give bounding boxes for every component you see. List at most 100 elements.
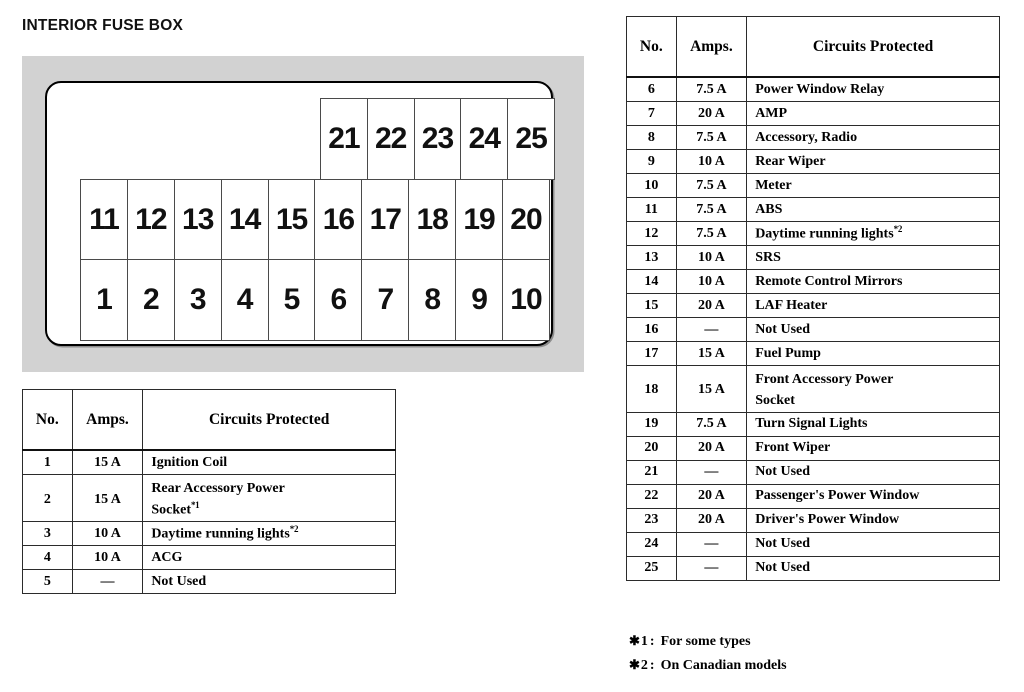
table-header: No. Amps. Circuits Protected xyxy=(22,389,396,451)
cell-fuse-amps: 7.5 A xyxy=(675,411,748,437)
column-header-no: No. xyxy=(22,389,73,451)
fuse-slot-5[interactable]: 5 xyxy=(267,259,316,341)
fuse-slot-23[interactable]: 23 xyxy=(413,98,462,180)
cell-fuse-no: 7 xyxy=(626,101,677,126)
fuse-slot-3[interactable]: 3 xyxy=(173,259,222,341)
footnote-marker: *2 xyxy=(893,224,903,235)
footnote-marker: *2 xyxy=(289,524,299,535)
footnote-1: ✱1: For some types xyxy=(629,630,787,654)
table-row: 2 15 A Rear Accessory Power Socket*1 xyxy=(22,473,396,523)
fuse-slot-17[interactable]: 17 xyxy=(361,179,410,260)
cell-fuse-no: 1 xyxy=(22,449,73,475)
cell-fuse-circuit: Daytime running lights*2 xyxy=(746,221,1000,246)
fuse-slot-12[interactable]: 12 xyxy=(126,179,175,260)
cell-fuse-circuit: SRS xyxy=(746,245,1000,270)
table-row: 12 7.5 A Daytime running lights*2 xyxy=(626,221,1000,246)
table-row: 13 10 A SRS xyxy=(626,245,1000,270)
table-body: 6 7.5 A Power Window Relay 7 20 A AMP 8 7.5 A… xyxy=(626,76,1000,581)
table-row: 8 7.5 A Accessory, Radio xyxy=(626,125,1000,150)
fuse-slot-14[interactable]: 14 xyxy=(220,179,269,260)
fuse-slot-16[interactable]: 16 xyxy=(314,179,363,260)
table-row: 23 20 A Driver's Power Window xyxy=(626,507,1000,533)
fuse-slot-11[interactable]: 11 xyxy=(80,179,128,260)
footnote-text: For some types xyxy=(660,634,751,649)
cell-fuse-circuit: Not Used xyxy=(746,459,1000,485)
cell-fuse-no: 6 xyxy=(626,76,677,102)
footnote-text: On Canadian models xyxy=(660,657,787,673)
cell-fuse-amps: 15 A xyxy=(675,365,748,413)
cell-fuse-no: 3 xyxy=(22,521,73,547)
cell-fuse-no: 22 xyxy=(626,483,677,509)
cell-fuse-amps: — xyxy=(675,459,748,485)
table-row: 15 20 A LAF Heater xyxy=(626,293,1000,318)
table-row: 19 7.5 A Turn Signal Lights xyxy=(626,411,1000,437)
cell-fuse-no: 15 xyxy=(626,293,677,318)
footnote-number: 2 xyxy=(640,657,648,673)
cell-fuse-no: 20 xyxy=(626,435,677,461)
fuse-slot-6[interactable]: 6 xyxy=(314,259,363,341)
cell-fuse-no: 23 xyxy=(626,507,677,533)
fuse-slot-4[interactable]: 4 xyxy=(220,259,269,341)
fuse-slot-7[interactable]: 7 xyxy=(361,259,410,341)
table-row: 21— Not Used xyxy=(626,459,1000,485)
fuse-slot-25[interactable]: 25 xyxy=(507,98,555,180)
cell-fuse-amps: — xyxy=(675,555,748,581)
column-header-circuits: Circuits Protected xyxy=(746,16,1000,78)
footnote-number: 1 xyxy=(640,634,648,649)
asterisk-icon: ✱ xyxy=(629,633,640,648)
fuse-box-panel: 21 22 23 24 25 11 12 13 14 15 16 17 18 1… xyxy=(45,81,555,346)
cell-fuse-no: 4 xyxy=(22,545,73,571)
fuse-slot-13[interactable]: 13 xyxy=(173,179,222,260)
table-row: 20 20 A Front Wiper xyxy=(626,435,1000,461)
fuse-table-right: No. Amps. Circuits Protected 6 7.5 A Power… xyxy=(626,16,1000,581)
cell-fuse-circuit: Front Wiper xyxy=(746,435,1000,461)
cell-fuse-circuit: Remote Control Mirrors xyxy=(746,269,1000,294)
table-row: 1 15 A Ignition Coil xyxy=(22,449,396,475)
fuse-slot-8[interactable]: 8 xyxy=(408,259,457,341)
cell-fuse-no: 16 xyxy=(626,317,677,342)
fuse-slot-22[interactable]: 22 xyxy=(366,98,415,180)
fuse-table-right-container: No. Amps. Circuits Protected 6 7.5 A Power… xyxy=(626,16,1000,581)
fuse-box-diagram: 21 22 23 24 25 11 12 13 14 15 16 17 18 1… xyxy=(22,56,584,372)
cell-fuse-amps: 20 A xyxy=(675,101,748,126)
cell-fuse-amps: 10 A xyxy=(675,269,748,294)
fuse-slot-9[interactable]: 9 xyxy=(455,259,504,341)
table-row: 14 10 A Remote Control Mirrors xyxy=(626,269,1000,294)
circuit-line-2: Socket*1 xyxy=(151,499,395,521)
cell-fuse-circuit: ABS xyxy=(746,197,1000,222)
fuse-slot-1[interactable]: 1 xyxy=(80,259,128,341)
cell-fuse-circuit: Passenger's Power Window xyxy=(746,483,1000,509)
cell-fuse-amps: 10 A xyxy=(675,245,748,270)
cell-fuse-amps: 15 A xyxy=(71,473,144,523)
cell-fuse-no: 10 xyxy=(626,173,677,198)
table-body: 1 15 A Ignition Coil 2 15 A Rear Accesso… xyxy=(22,449,396,595)
cell-fuse-circuit: Not Used xyxy=(746,531,1000,557)
cell-fuse-no: 5 xyxy=(22,569,73,595)
fuse-slot-18[interactable]: 18 xyxy=(408,179,457,260)
fuse-slot-2[interactable]: 2 xyxy=(126,259,175,341)
cell-fuse-amps: 7.5 A xyxy=(675,76,748,102)
cell-fuse-no: 18 xyxy=(626,365,677,413)
table-row: 7 20 A AMP xyxy=(626,101,1000,126)
cell-fuse-circuit: AMP xyxy=(746,101,1000,126)
cell-fuse-circuit: Turn Signal Lights xyxy=(746,411,1000,437)
table-row: 22 20 A Passenger's Power Window xyxy=(626,483,1000,509)
cell-fuse-amps: 7.5 A xyxy=(675,221,748,246)
fuse-slot-15[interactable]: 15 xyxy=(267,179,316,260)
fuse-slot-24[interactable]: 24 xyxy=(460,98,509,180)
fuse-slot-10[interactable]: 10 xyxy=(502,259,550,341)
fuse-slot-20[interactable]: 20 xyxy=(502,179,550,260)
cell-fuse-circuit: Daytime running lights*2 xyxy=(142,521,396,547)
fuse-slot-21[interactable]: 21 xyxy=(320,98,368,180)
fuse-slot-19[interactable]: 19 xyxy=(455,179,504,260)
cell-fuse-amps: — xyxy=(71,569,144,595)
table-row: 17 15 A Fuel Pump xyxy=(626,341,1000,366)
cell-fuse-circuit: Accessory, Radio xyxy=(746,125,1000,150)
column-header-amps: Amps. xyxy=(675,16,748,78)
column-header-amps: Amps. xyxy=(71,389,144,451)
cell-fuse-circuit: Rear Accessory Power Socket*1 xyxy=(142,473,396,523)
cell-fuse-amps: — xyxy=(675,317,748,342)
table-row: 3 10 A Daytime running lights*2 xyxy=(22,521,396,547)
page-title: INTERIOR FUSE BOX xyxy=(22,17,183,34)
cell-fuse-amps: 20 A xyxy=(675,435,748,461)
